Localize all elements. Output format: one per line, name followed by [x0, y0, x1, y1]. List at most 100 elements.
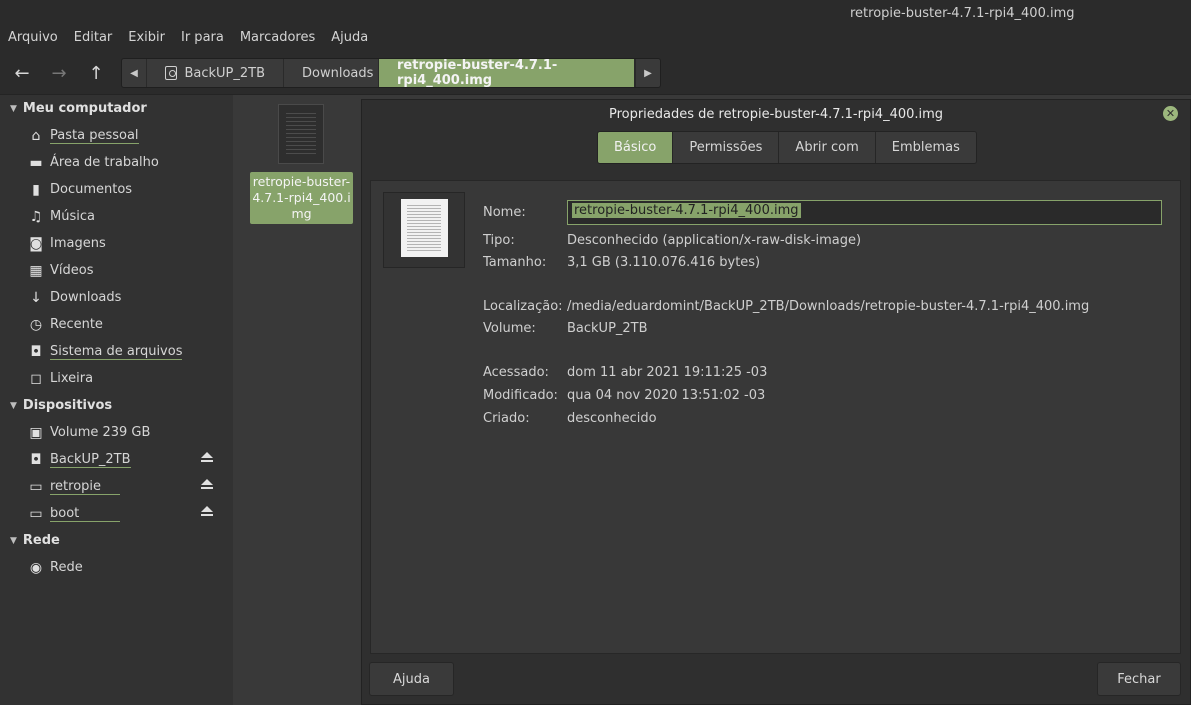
clock-icon: ◷	[29, 316, 43, 333]
value-acessado: dom 11 abr 2021 19:11:25 -03	[567, 365, 768, 380]
eject-icon[interactable]	[199, 506, 215, 522]
path-scroll-left-button[interactable]: ◀	[122, 59, 147, 87]
forward-button[interactable]: →	[45, 60, 73, 86]
sidebar-item-rede[interactable]: ◉ Rede	[0, 554, 233, 581]
tab-abrir-com[interactable]: Abrir com	[779, 132, 876, 163]
section-title: Rede	[22, 533, 60, 548]
menu-arquivo[interactable]: Arquivo	[4, 28, 62, 52]
menu-editar[interactable]: Editar	[70, 28, 117, 52]
sidebar-item-label: BackUP_2TB	[50, 451, 131, 468]
section-title: Meu computador	[22, 101, 147, 116]
sidebar-item-label: Imagens	[50, 236, 106, 251]
close-button[interactable]: Fechar	[1097, 662, 1181, 696]
document-icon: ▮	[32, 181, 40, 198]
sidebar-item-recente[interactable]: ◷ Recente	[0, 311, 233, 338]
sidebar-item-imagens[interactable]: ◙ Imagens	[0, 230, 233, 257]
expand-triangle-icon: ▼	[10, 400, 17, 411]
sidebar-item-label: Rede	[50, 560, 83, 575]
file-thumbnail[interactable]	[278, 104, 324, 164]
crumb-backup[interactable]: BackUP_2TB	[147, 59, 284, 87]
trash-icon: ◻	[30, 370, 42, 387]
document-icon	[401, 199, 448, 257]
sidebar-item-label: retropie	[50, 479, 120, 495]
file-icon-button[interactable]	[383, 192, 465, 268]
sidebar-item-label: Lixeira	[50, 371, 94, 386]
sidebar-item-label: Pasta pessoal	[50, 127, 139, 144]
sidebar-section-dispositivos[interactable]: ▼ Dispositivos	[0, 392, 233, 419]
window-title: retropie-buster-4.7.1-rpi4_400.img	[850, 6, 1075, 21]
sidebar-item-backup-2tb[interactable]: ◘ BackUP_2TB	[0, 446, 233, 473]
path-scroll-right-button[interactable]: ▶	[635, 59, 660, 87]
sidebar-item-label: Sistema de arquivos	[50, 343, 183, 360]
sidebar-item-label: Documentos	[50, 182, 133, 197]
crumb-label: retropie-buster-4.7.1-rpi4_400.img	[397, 58, 558, 88]
chevron-right-icon: ▶	[644, 67, 652, 79]
value-criado: desconhecido	[567, 411, 657, 426]
label-modificado: Modificado:	[483, 388, 558, 403]
crumb-current-file[interactable]: retropie-buster-4.7.1-rpi4_400.img	[379, 59, 635, 87]
menu-exibir[interactable]: Exibir	[124, 28, 169, 52]
sidebar-item-label: Música	[50, 209, 95, 224]
sidebar-item-pasta-pessoal[interactable]: ⌂ Pasta pessoal	[0, 122, 233, 149]
crumb-downloads[interactable]: Downloads	[284, 59, 379, 87]
crumb-label: BackUP_2TB	[184, 65, 265, 81]
menu-marcadores[interactable]: Marcadores	[236, 28, 319, 52]
sidebar-item-documentos[interactable]: ▮ Documentos	[0, 176, 233, 203]
sidebar-item-lixeira[interactable]: ◻ Lixeira	[0, 365, 233, 392]
close-icon[interactable]: ✕	[1163, 106, 1178, 121]
label-nome: Nome:	[483, 205, 526, 220]
value-modificado: qua 04 nov 2020 13:51:02 -03	[567, 388, 766, 403]
label-tipo: Tipo:	[483, 233, 515, 248]
eject-icon[interactable]	[199, 479, 215, 495]
chevron-left-icon: ◀	[130, 67, 138, 79]
crumb-label: Downloads	[302, 65, 374, 81]
menu-bar: Arquivo Editar Exibir Ir para Marcadores…	[0, 28, 1191, 52]
toolbar: ← → ↑ ◀ BackUP_2TB Downloads retropie-bu…	[0, 52, 1191, 95]
menu-ajuda[interactable]: Ajuda	[327, 28, 372, 52]
sidebar-section-rede[interactable]: ▼ Rede	[0, 527, 233, 554]
dialog-title: Propriedades de retropie-buster-4.7.1-rp…	[608, 107, 944, 122]
section-title: Dispositivos	[22, 398, 113, 413]
name-input[interactable]: retropie-buster-4.7.1-rpi4_400.img	[567, 200, 1162, 225]
sidebar-item-retropie[interactable]: ▭ retropie	[0, 473, 233, 500]
film-icon: ▦	[29, 262, 43, 279]
network-icon: ◉	[29, 559, 43, 576]
label-criado: Criado:	[483, 411, 530, 426]
tab-basico[interactable]: Básico	[598, 132, 674, 163]
menu-ir-para[interactable]: Ir para	[177, 28, 228, 52]
value-volume: BackUP_2TB	[567, 321, 648, 336]
drive-icon: ◘	[30, 451, 42, 468]
sidebar-item-videos[interactable]: ▦ Vídeos	[0, 257, 233, 284]
sidebar-item-area-de-trabalho[interactable]: ▬ Área de trabalho	[0, 149, 233, 176]
sidebar-item-downloads[interactable]: ↓ Downloads	[0, 284, 233, 311]
sidebar-item-label: Área de trabalho	[50, 155, 159, 170]
removable-drive-icon: ▭	[29, 478, 43, 495]
sidebar-item-sistema-de-arquivos[interactable]: ◘ Sistema de arquivos	[0, 338, 233, 365]
up-button[interactable]: ↑	[82, 60, 110, 86]
path-bar: ◀ BackUP_2TB Downloads retropie-buster-4…	[121, 58, 661, 88]
label-localizacao: Localização:	[483, 299, 563, 314]
sidebar: ▼ Meu computador ⌂ Pasta pessoal ▬ Área de …	[0, 95, 233, 705]
up-arrow-icon: ↑	[88, 62, 104, 84]
expand-triangle-icon: ▼	[10, 103, 17, 114]
sidebar-item-musica[interactable]: ♫ Música	[0, 203, 233, 230]
file-name-label[interactable]: retropie-buster-4.7.1-rpi4_400.img	[250, 172, 353, 224]
drive-icon: ◘	[30, 343, 42, 360]
sidebar-section-meu-computador[interactable]: ▼ Meu computador	[0, 95, 233, 122]
drive-icon	[165, 66, 178, 80]
window-titlebar: retropie-buster-4.7.1-rpi4_400.img	[0, 0, 1191, 28]
disk-icon: ▣	[29, 424, 43, 441]
home-icon: ⌂	[31, 127, 41, 144]
help-button[interactable]: Ajuda	[369, 662, 454, 696]
sidebar-item-boot[interactable]: ▭ boot	[0, 500, 233, 527]
sidebar-item-label: Downloads	[50, 290, 122, 305]
back-button[interactable]: ←	[8, 60, 36, 86]
tab-permissoes[interactable]: Permissões	[673, 132, 780, 163]
dialog-tabs: Básico Permissões Abrir com Emblemas	[597, 131, 977, 164]
name-input-value: retropie-buster-4.7.1-rpi4_400.img	[572, 203, 801, 218]
label-tamanho: Tamanho:	[483, 255, 547, 270]
sidebar-item-volume-239gb[interactable]: ▣ Volume 239 GB	[0, 419, 233, 446]
sidebar-item-label: Vídeos	[50, 263, 94, 278]
tab-emblemas[interactable]: Emblemas	[875, 132, 976, 163]
eject-icon[interactable]	[199, 452, 215, 468]
